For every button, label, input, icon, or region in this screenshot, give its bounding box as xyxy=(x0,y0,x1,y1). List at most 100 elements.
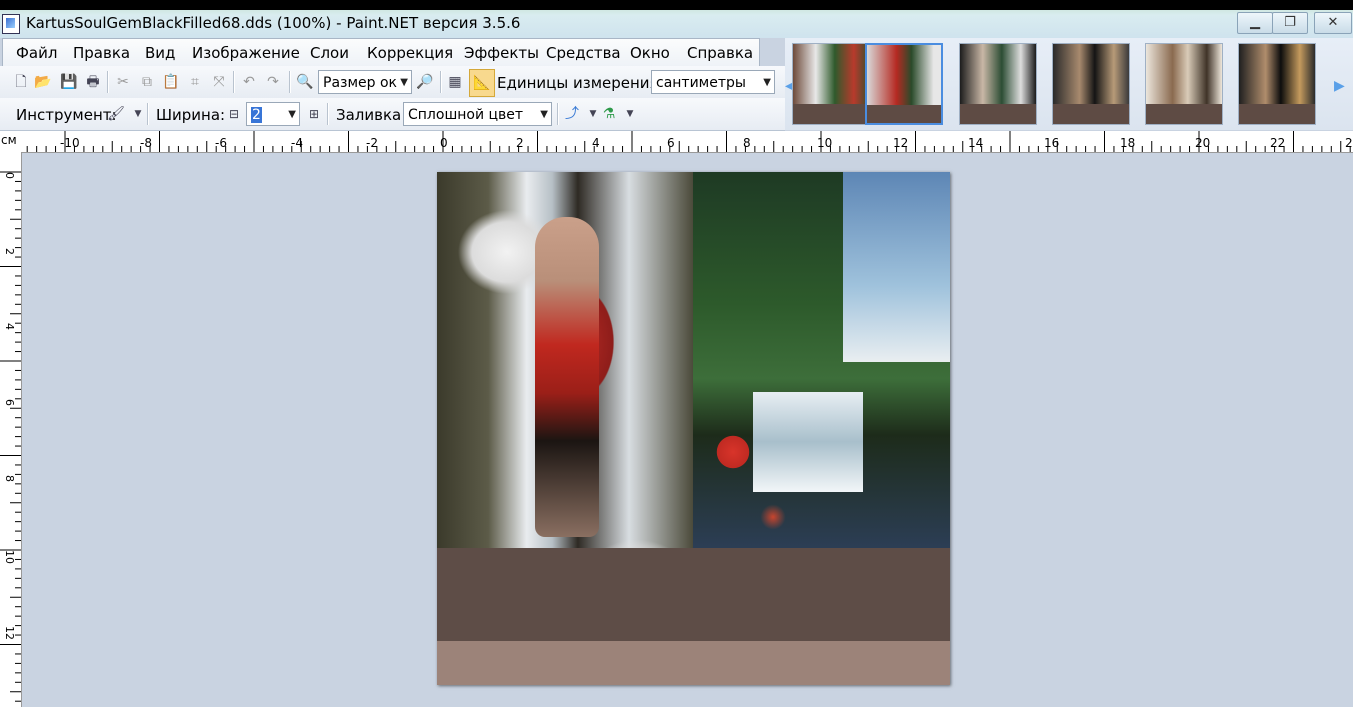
zoom-value: Размер ок xyxy=(323,75,397,91)
image-thumbnail-selected[interactable] xyxy=(865,43,943,125)
chevron-down-icon[interactable]: ▼ xyxy=(129,105,147,123)
ruler-label: 6 xyxy=(667,136,675,150)
new-file-icon[interactable]: 🗋 xyxy=(12,73,30,91)
zoom-in-icon[interactable]: 🔎 xyxy=(416,73,434,91)
ruler-label: 8 xyxy=(743,136,751,150)
menu-utilities[interactable]: Средства xyxy=(546,44,621,62)
antialiasing-icon[interactable]: ⤴ xyxy=(563,105,581,123)
menu-window[interactable]: Окно xyxy=(630,44,670,62)
chevron-down-icon: ▼ xyxy=(540,109,548,120)
image-thumbnail[interactable] xyxy=(792,43,870,125)
menu-view[interactable]: Вид xyxy=(145,44,175,62)
redo-icon[interactable]: ↷ xyxy=(264,73,282,91)
cut-icon[interactable]: ✂ xyxy=(114,73,132,91)
menu-bar: Файл Правка Вид Изображение Слои Коррекц… xyxy=(2,38,760,67)
increase-width-icon[interactable]: ⊞ xyxy=(305,105,323,123)
chevron-down-icon: ▼ xyxy=(763,77,771,88)
image-thumbnail[interactable] xyxy=(1145,43,1223,125)
rulers-icon[interactable]: 📐 xyxy=(469,69,495,97)
units-value: сантиметры xyxy=(656,75,746,91)
save-icon[interactable]: 💾 xyxy=(60,73,78,91)
chevron-down-icon[interactable]: ▼ xyxy=(621,105,639,123)
menu-adjustments[interactable]: Коррекция xyxy=(367,44,453,62)
units-dropdown[interactable]: сантиметры ▼ xyxy=(651,70,775,94)
paintnet-app-icon[interactable] xyxy=(2,14,20,34)
ruler-label: 2 xyxy=(516,136,524,150)
width-label: Ширина: xyxy=(156,106,226,124)
chevron-down-icon: ▼ xyxy=(288,109,296,120)
close-icon: ✕ xyxy=(1327,15,1339,30)
menu-edit[interactable]: Правка xyxy=(73,44,130,62)
copy-icon[interactable]: ⧉ xyxy=(138,73,156,91)
crop-icon[interactable]: ⌗ xyxy=(186,73,204,91)
vertical-ruler: 0 2 4 6 8 10 12 xyxy=(0,152,22,707)
ruler-label: 16 xyxy=(1044,136,1060,150)
ruler-label: 10 xyxy=(3,550,16,564)
tool-label: Инструмент: xyxy=(16,106,117,124)
deselect-icon[interactable]: ⤧ xyxy=(210,73,228,91)
close-button[interactable]: ✕ xyxy=(1314,12,1352,34)
ruler-label: 6 xyxy=(3,399,16,406)
title-bar: KartusSoulGemBlackFilled68.dds (100%) - … xyxy=(0,0,1353,38)
ruler-label: 0 xyxy=(3,172,16,179)
width-input[interactable]: 2 ▼ xyxy=(246,102,300,126)
image-canvas[interactable] xyxy=(437,172,950,685)
decrease-width-icon[interactable]: ⊟ xyxy=(225,105,243,123)
ruler-label: 10 xyxy=(817,136,833,150)
ruler-label: -8 xyxy=(140,136,152,150)
paintbrush-icon[interactable]: 🖌 xyxy=(107,105,125,123)
fill-dropdown[interactable]: Сплошной цвет ▼ xyxy=(403,102,552,126)
main-toolbar: 🗋 📂 💾 🖶 ✂ ⧉ 📋 ⌗ ⤧ ↶ ↷ 🔍 Размер ок ▼ 🔎 ▦ … xyxy=(0,66,785,98)
width-value: 2 xyxy=(251,107,262,123)
zoom-out-icon[interactable]: 🔍 xyxy=(296,73,314,91)
minimize-icon: ▁ xyxy=(1250,15,1260,30)
ruler-label: -2 xyxy=(366,136,378,150)
ruler-label: 20 xyxy=(1195,136,1211,150)
menu-file[interactable]: Файл xyxy=(16,44,57,62)
blend-mode-flask-icon[interactable]: ⚗ xyxy=(600,105,618,123)
artwork-woman-waterfall xyxy=(437,172,693,548)
figure-shape xyxy=(535,217,599,537)
ruler-label: 22 xyxy=(1270,136,1286,150)
units-label: Единицы измерения: xyxy=(497,74,664,92)
menu-effects[interactable]: Эффекты xyxy=(464,44,539,62)
zoom-dropdown[interactable]: Размер ок ▼ xyxy=(318,70,412,94)
horizontal-ruler: см -10 -8 -6 -4 -2 0 2 4 6 8 10 12 14 16… xyxy=(0,131,1353,153)
canvas-dark-band xyxy=(437,548,950,641)
maximize-icon: ❐ xyxy=(1284,15,1296,30)
grid-icon[interactable]: ▦ xyxy=(446,73,464,91)
menu-help[interactable]: Справка xyxy=(687,44,753,62)
image-thumbnail[interactable] xyxy=(1238,43,1316,125)
ruler-unit: см xyxy=(1,133,17,147)
artwork-jungle-mushrooms xyxy=(693,172,950,548)
tool-options-toolbar: Инструмент: 🖌 ▼ Ширина: ⊟ 2 ▼ ⊞ Заливка:… xyxy=(0,98,785,131)
print-icon[interactable]: 🖶 xyxy=(84,73,102,91)
ruler-label: 14 xyxy=(968,136,984,150)
ruler-label: 2 xyxy=(3,248,16,255)
canvas-light-band xyxy=(437,641,950,685)
undo-icon[interactable]: ↶ xyxy=(240,73,258,91)
ruler-label: 8 xyxy=(3,475,16,482)
ruler-label: 4 xyxy=(3,323,16,330)
ruler-label: 0 xyxy=(440,136,448,150)
ruler-label: -6 xyxy=(215,136,227,150)
ruler-label: -10 xyxy=(60,136,80,150)
paste-icon[interactable]: 📋 xyxy=(162,73,180,91)
menu-image[interactable]: Изображение xyxy=(192,44,300,62)
image-thumbnail[interactable] xyxy=(1052,43,1130,125)
open-file-icon[interactable]: 📂 xyxy=(34,73,52,91)
ruler-label: 18 xyxy=(1120,136,1136,150)
image-thumbnail[interactable] xyxy=(959,43,1037,125)
fill-label: Заливка: xyxy=(336,106,407,124)
minimize-button[interactable]: ▁ xyxy=(1237,12,1273,34)
ruler-label: 4 xyxy=(592,136,600,150)
menu-layers[interactable]: Слои xyxy=(310,44,349,62)
scroll-right-icon[interactable]: ▶ xyxy=(1334,78,1345,94)
ruler-label: 12 xyxy=(893,136,909,150)
chevron-down-icon: ▼ xyxy=(400,77,408,88)
maximize-button[interactable]: ❐ xyxy=(1272,12,1308,34)
ruler-label: 2 xyxy=(1345,136,1353,150)
ruler-label: 12 xyxy=(3,626,16,640)
ruler-label: -4 xyxy=(291,136,303,150)
fill-value: Сплошной цвет xyxy=(408,107,524,123)
